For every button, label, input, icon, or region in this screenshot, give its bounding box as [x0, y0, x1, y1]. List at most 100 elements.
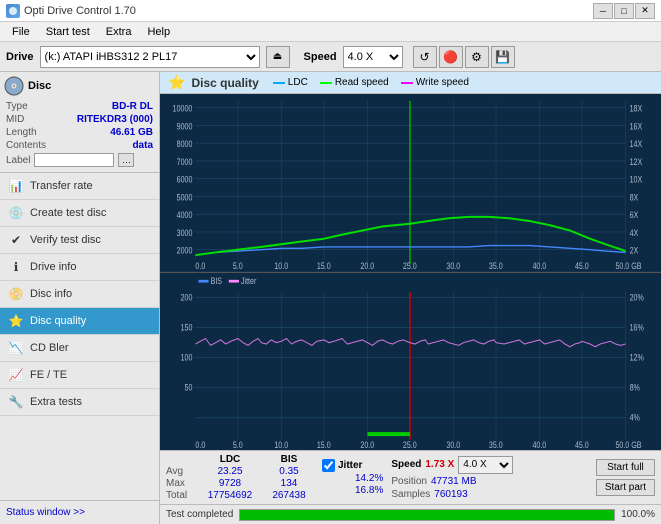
svg-text:45.0: 45.0 [575, 438, 589, 449]
minimize-button[interactable]: ─ [593, 3, 613, 19]
nav-extra-tests[interactable]: 🔧 Extra tests [0, 389, 159, 416]
svg-text:8%: 8% [630, 381, 641, 392]
content-title: Disc quality [191, 76, 258, 90]
settings-button[interactable]: ⚙ [465, 46, 489, 68]
legend-write-label: Write speed [416, 77, 469, 88]
avg-bis: 0.35 [264, 466, 314, 477]
svg-text:4000: 4000 [177, 209, 193, 220]
create-disc-icon: 💿 [8, 205, 24, 221]
jitter-max-row: 16.8% [322, 485, 383, 496]
nav-disc-quality[interactable]: ⭐ Disc quality [0, 308, 159, 335]
sidebar: Disc Type BD-R DL MID RITEKDR3 (000) Len… [0, 72, 160, 524]
nav-verify-test-disc[interactable]: ✔ Verify test disc [0, 227, 159, 254]
nav-transfer-rate[interactable]: 📊 Transfer rate [0, 173, 159, 200]
menu-start-test[interactable]: Start test [38, 24, 98, 40]
drive-label: Drive [6, 51, 34, 63]
start-part-button[interactable]: Start part [596, 479, 655, 496]
eject-button[interactable]: ⏏ [266, 46, 290, 68]
svg-text:14X: 14X [630, 138, 643, 149]
save-button[interactable]: 💾 [491, 46, 515, 68]
drivebar: Drive (k:) ATAPI iHBS312 2 PL17 ⏏ Speed … [0, 42, 661, 72]
disc-panel: Disc Type BD-R DL MID RITEKDR3 (000) Len… [0, 72, 159, 173]
menu-extra[interactable]: Extra [98, 24, 140, 40]
svg-text:10.0: 10.0 [274, 260, 288, 271]
nav-items: 📊 Transfer rate 💿 Create test disc ✔ Ver… [0, 173, 159, 500]
svg-text:20%: 20% [630, 291, 645, 302]
jitter-avg-row: 14.2% [322, 473, 383, 484]
total-ldc: 17754692 [200, 490, 260, 501]
maximize-button[interactable]: □ [614, 3, 634, 19]
disc-length-row: Length 46.61 GB [4, 126, 155, 139]
speed-row: Speed 1.73 X 4.0 X [391, 456, 588, 474]
legend-ldc-label: LDC [288, 77, 308, 88]
disc-mid-row: MID RITEKDR3 (000) [4, 113, 155, 126]
ldc-col-header: LDC [200, 454, 260, 465]
titlebar: Opti Drive Control 1.70 ─ □ ✕ [0, 0, 661, 22]
samples-value: 760193 [434, 489, 467, 500]
extra-tests-icon: 🔧 [8, 394, 24, 410]
disc-icon [4, 76, 24, 96]
svg-text:15.0: 15.0 [317, 438, 331, 449]
chart-legend: LDC Read speed Write speed [273, 77, 469, 88]
refresh-button[interactable]: ↺ [413, 46, 437, 68]
disc-contents-row: Contents data [4, 139, 155, 152]
max-bis: 134 [264, 478, 314, 489]
svg-text:15.0: 15.0 [317, 260, 331, 271]
drive-select[interactable]: (k:) ATAPI iHBS312 2 PL17 [40, 46, 260, 68]
disc-label-label: Label [6, 155, 30, 166]
window-controls: ─ □ ✕ [593, 3, 655, 19]
menu-file[interactable]: File [4, 24, 38, 40]
avg-row: Avg 23.25 0.35 [166, 466, 314, 477]
menu-help[interactable]: Help [139, 24, 178, 40]
svg-text:20.0: 20.0 [360, 260, 374, 271]
charts-area: 10000 9000 8000 7000 6000 5000 4000 3000… [160, 94, 661, 450]
nav-drive-info-label: Drive info [30, 261, 76, 273]
nav-fe-te[interactable]: 📈 FE / TE [0, 362, 159, 389]
speed-select[interactable]: 4.0 X [343, 46, 403, 68]
svg-text:BIS: BIS [211, 274, 223, 285]
disc-type-label: Type [6, 101, 28, 112]
final-status-bar: Test completed 100.0% [160, 504, 661, 524]
jitter-checkbox[interactable] [322, 459, 335, 472]
label-browse-button[interactable]: … [118, 153, 134, 167]
burn-button[interactable]: 🔴 [439, 46, 463, 68]
progress-bar [239, 509, 615, 521]
speed-pos-section: Speed 1.73 X 4.0 X Position 47731 MB Sam… [391, 456, 588, 500]
svg-text:16%: 16% [630, 321, 645, 332]
total-label: Total [166, 490, 196, 501]
nav-drive-info[interactable]: ℹ Drive info [0, 254, 159, 281]
jitter-header-row: Jitter [322, 459, 383, 472]
svg-text:3000: 3000 [177, 227, 193, 238]
verify-disc-icon: ✔ [8, 232, 24, 248]
content-header: ⭐ Disc quality LDC Read speed Write spee… [160, 72, 661, 94]
start-full-button[interactable]: Start full [596, 459, 655, 476]
status-window-button[interactable]: Status window >> [6, 507, 85, 518]
svg-text:200: 200 [181, 291, 193, 302]
nav-disc-info[interactable]: 📀 Disc info [0, 281, 159, 308]
position-value: 47731 MB [431, 476, 477, 487]
svg-text:35.0: 35.0 [489, 260, 503, 271]
toolbar-icons: ↺ 🔴 ⚙ 💾 [413, 46, 515, 68]
app-icon [6, 4, 20, 18]
speed-dropdown[interactable]: 4.0 X [458, 456, 513, 474]
disc-label-input[interactable] [34, 153, 114, 167]
disc-type-row: Type BD-R DL [4, 100, 155, 113]
nav-verify-disc-label: Verify test disc [30, 234, 101, 246]
nav-transfer-rate-label: Transfer rate [30, 180, 93, 192]
svg-text:45.0: 45.0 [575, 260, 589, 271]
app-title: Opti Drive Control 1.70 [24, 5, 136, 17]
legend-ldc: LDC [273, 77, 308, 88]
nav-create-test-disc[interactable]: 💿 Create test disc [0, 200, 159, 227]
svg-text:25.0: 25.0 [403, 260, 417, 271]
svg-text:16X: 16X [630, 120, 643, 131]
legend-read-dot [320, 82, 332, 84]
svg-text:8X: 8X [630, 191, 639, 202]
disc-header: Disc [4, 76, 155, 96]
chart1-svg: 10000 9000 8000 7000 6000 5000 4000 3000… [160, 94, 661, 272]
position-label: Position [391, 476, 427, 487]
svg-text:12X: 12X [630, 156, 643, 167]
nav-fe-te-label: FE / TE [30, 369, 67, 381]
disc-mid-label: MID [6, 114, 24, 125]
close-button[interactable]: ✕ [635, 3, 655, 19]
nav-cd-bler[interactable]: 📉 CD Bler [0, 335, 159, 362]
